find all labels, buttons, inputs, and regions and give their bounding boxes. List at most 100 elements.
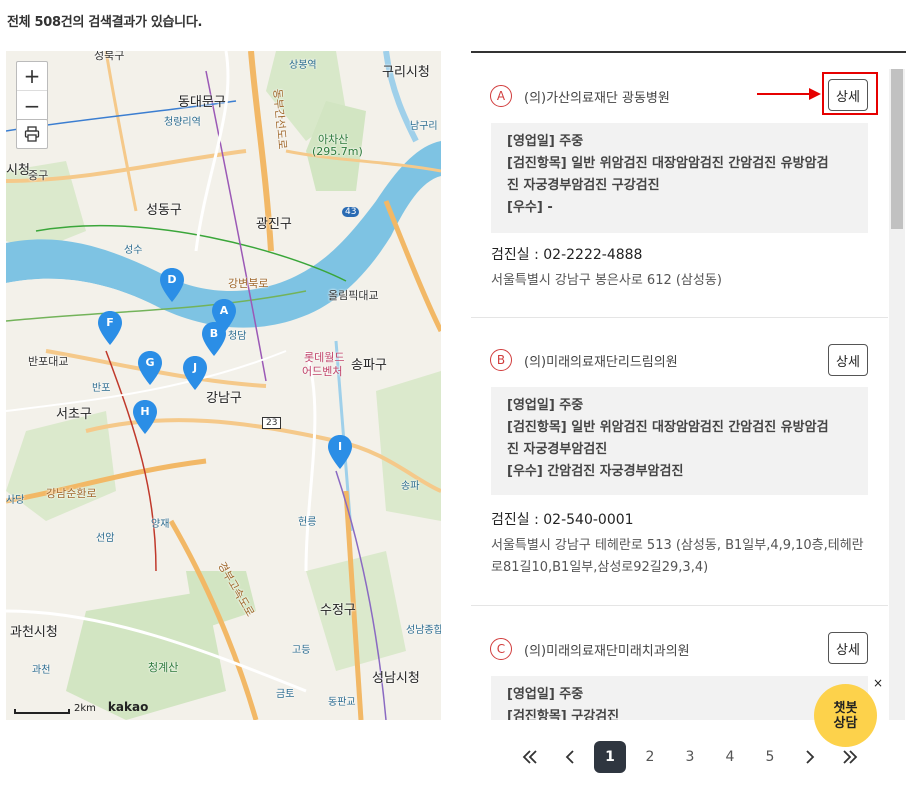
scale-bar [14, 709, 70, 714]
result-count: 전체 508건의 검색결과가 있습니다. [7, 15, 203, 30]
scrollbar-thumb[interactable] [891, 69, 903, 229]
address: 서울특별시 강남구 테헤란로 513 (삼성동, B1일부,4,9,10층,테헤… [491, 538, 864, 575]
phone-row: 검진실 : 02-2222-4888 [491, 244, 642, 264]
map-label-seongnam: 성남시청 [372, 671, 420, 686]
info-line: 진 자궁경부암검진 구강검진 [507, 178, 660, 193]
marker-badge: C [490, 638, 512, 660]
first-page-button[interactable] [510, 740, 550, 774]
map-label-route43: 43 [342, 207, 360, 217]
info-line: [영업일] 주중 [507, 687, 584, 702]
map-label-achasan-height: (295.7m) [312, 145, 363, 158]
chevron-right-icon [806, 750, 815, 764]
map-label-yangjae: 양재 [151, 519, 170, 530]
info-line: [검진항목] 일반 위암검진 대장암암검진 간암검진 유방암검 [507, 420, 829, 435]
chatbot-button[interactable]: 챗봇 상담 [814, 684, 877, 747]
marker-letter: J [192, 361, 198, 374]
map-label-gangbyeon: 강변북로 [228, 277, 269, 290]
chatbot-close-icon[interactable]: × [873, 676, 883, 690]
map-label-dongpangyo: 동판교 [328, 697, 356, 708]
map-label-sangbong: 상봉역 [289, 60, 317, 71]
page-button-5[interactable]: 5 [750, 740, 790, 774]
map-label-seongnam-sports: 성남종합운동장 [406, 625, 441, 636]
marker-letter: A [219, 304, 229, 317]
map-label-sicheong: 시청 [6, 163, 30, 178]
page-button-4[interactable]: 4 [710, 740, 750, 774]
marker-badge: B [490, 349, 512, 371]
map-marker-b[interactable]: B [202, 322, 226, 356]
scale-text: 2km [74, 703, 96, 714]
map-label-songpa-ic: 송파 [401, 481, 420, 492]
marker-badge: A [490, 85, 512, 107]
print-button[interactable] [16, 119, 48, 149]
result-item: B (의)미래의료재단리드림의원 상세 [영업일] 주중 [검진항목] 일반 위… [471, 319, 888, 606]
info-line: [우수] - [507, 200, 553, 215]
info-box: [영업일] 주중 [검진항목] 구강검진 [491, 676, 868, 720]
info-line: [검진항목] 구강검진 [507, 709, 620, 720]
double-chevron-right-icon [843, 750, 858, 764]
chatbot-label-2: 상담 [833, 715, 858, 731]
map-label-hyeonreung: 헌릉 [298, 517, 317, 528]
last-page-button[interactable] [830, 740, 870, 774]
double-chevron-left-icon [522, 750, 537, 764]
zoom-in-button[interactable]: + [17, 62, 47, 91]
prev-page-button[interactable] [550, 740, 590, 774]
result-item-header: C (의)미래의료재단미래치과의원 [490, 638, 690, 660]
page-button-3[interactable]: 3 [670, 740, 710, 774]
zoom-out-button[interactable]: − [17, 91, 47, 120]
info-line: 진 자궁경부암검진 [507, 442, 608, 457]
map-label-seongsu: 성수 [124, 245, 143, 256]
page-button-2[interactable]: 2 [630, 740, 670, 774]
map-marker-i[interactable]: I [328, 435, 352, 469]
map-scale: 2km kakao [14, 700, 148, 714]
result-list[interactable]: A (의)가산의료재단 광동병원 상세 [영업일] 주중 [검진항목] 일반 위… [471, 51, 906, 720]
map-label-songpa: 송파구 [351, 358, 387, 373]
hospital-name[interactable]: (의)가산의료재단 광동병원 [524, 87, 670, 106]
map-label-banpo: 반포 [92, 383, 111, 394]
map-label-seongbuk: 성북구 [94, 51, 125, 62]
map-label-gangnam: 강남구 [206, 391, 242, 406]
list-scrollbar[interactable] [889, 69, 905, 720]
phone-number: 02-540-0001 [543, 512, 634, 528]
chevron-left-icon [565, 750, 574, 764]
map-marker-j[interactable]: J [183, 356, 207, 390]
page-button-1[interactable]: 1 [590, 740, 630, 774]
map-label-gwacheon: 과천 [32, 665, 51, 676]
map-provider-logo: kakao [107, 700, 149, 714]
map-label-cheongnyangni: 청량리역 [164, 117, 201, 128]
marker-letter: F [106, 316, 114, 329]
result-item-header: A (의)가산의료재단 광동병원 [490, 85, 670, 107]
map-label-geumto: 금토 [276, 689, 295, 700]
phone-number: 02-2222-4888 [543, 247, 643, 263]
map-label-olympic-bridge: 올림픽대교 [328, 289, 379, 302]
phone-row: 검진실 : 02-540-0001 [491, 509, 634, 529]
map-label-adventure: 어드벤처 [302, 365, 343, 378]
hospital-name[interactable]: (의)미래의료재단미래치과의원 [524, 640, 690, 659]
highlight-box [822, 72, 878, 115]
map-label-seonam: 선암 [96, 533, 115, 544]
next-page-button[interactable] [790, 740, 830, 774]
info-box: [영업일] 주중 [검진항목] 일반 위암검진 대장암암검진 간암검진 유방암검… [491, 123, 868, 233]
phone-label: 검진실 : [491, 512, 539, 528]
map-label-seocho: 서초구 [56, 407, 92, 422]
detail-button[interactable]: 상세 [828, 632, 868, 664]
info-line: [영업일] 주중 [507, 398, 584, 413]
hospital-name[interactable]: (의)미래의료재단리드림의원 [524, 351, 678, 370]
map-label-dongdaemun: 동대문구 [178, 95, 226, 110]
map-marker-f[interactable]: F [98, 311, 122, 345]
map-label-gwangjin: 광진구 [256, 217, 292, 232]
map-marker-d[interactable]: D [160, 268, 184, 302]
map-marker-g[interactable]: G [138, 351, 162, 385]
map-view[interactable]: + − 성북구 동대문구 청량리역 상봉역 구리시청 중구 시청 아차산 (29… [6, 51, 441, 720]
marker-letter: B [209, 327, 219, 340]
phone-label: 검진실 : [491, 247, 539, 263]
marker-letter: H [140, 405, 150, 418]
map-label-sadang: 사당 [6, 495, 25, 506]
arrow-icon [757, 88, 821, 100]
map-marker-h[interactable]: H [133, 400, 157, 434]
page-number: 1 [594, 741, 626, 773]
result-item-header: B (의)미래의료재단리드림의원 [490, 349, 678, 371]
marker-letter: I [337, 440, 343, 453]
map-label-guri: 구리시청 [382, 65, 430, 80]
map-label-gangnamsunhwan: 강남순환로 [46, 487, 97, 500]
detail-button[interactable]: 상세 [828, 344, 868, 376]
